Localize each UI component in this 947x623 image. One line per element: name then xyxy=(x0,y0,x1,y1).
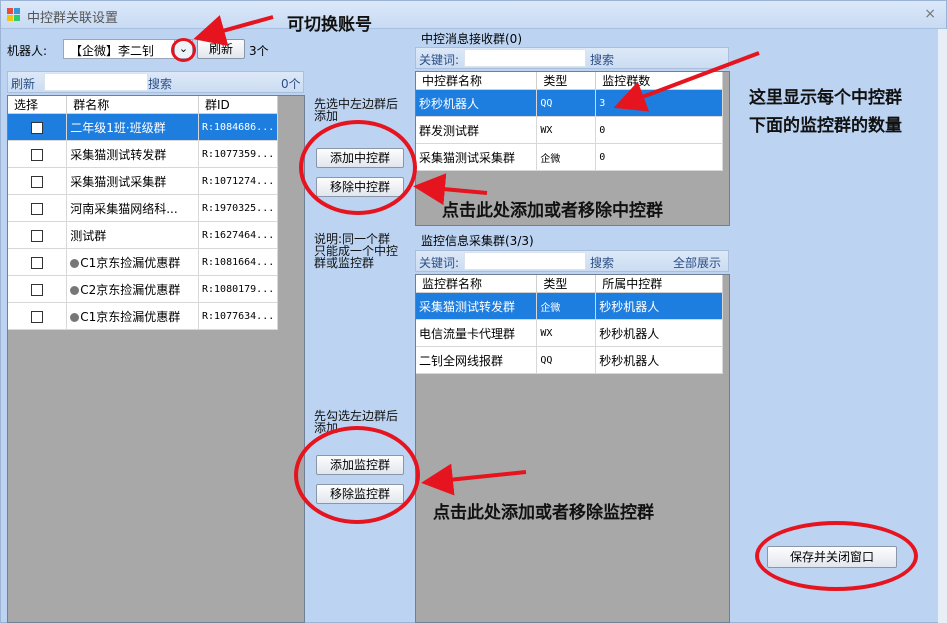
main-window: 中控群关联设置 × 机器人: 【企微】李二钊 ⌄ 刷新 3个 刷新 搜索 0个 … xyxy=(0,0,947,623)
annotation-monitor-note: 点击此处添加或者移除监控群 xyxy=(433,503,654,523)
annotation-count-line2: 下面的监控群的数量 xyxy=(749,116,902,136)
annotation-switch-account: 可切换账号 xyxy=(287,15,372,35)
annotation-center-note: 点击此处添加或者移除中控群 xyxy=(442,201,663,221)
annotation-count-line1: 这里显示每个中控群 xyxy=(749,88,902,108)
